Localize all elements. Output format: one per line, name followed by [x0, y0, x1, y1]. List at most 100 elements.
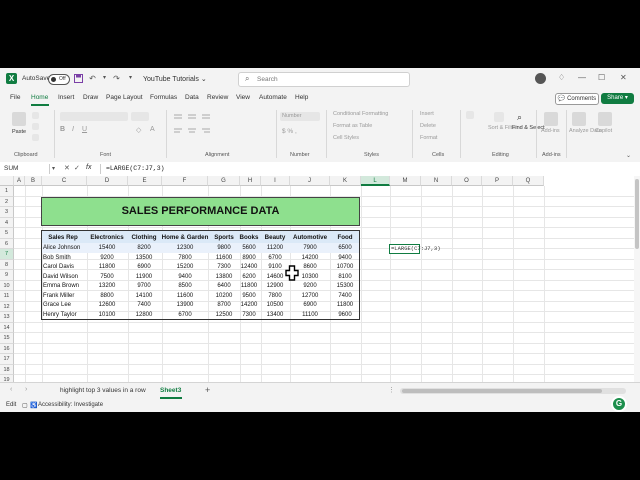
redo-icon[interactable]: ↷ — [112, 74, 121, 83]
select-all-corner[interactable] — [0, 176, 14, 186]
chevron-down-icon[interactable]: ▾ — [52, 165, 55, 172]
fill-color-icon[interactable]: ◇ — [136, 126, 141, 134]
tab-formulas[interactable]: Formulas — [150, 94, 177, 101]
delete-cells-button[interactable]: Delete — [420, 123, 436, 129]
sales-value-cell[interactable]: 11600 — [165, 292, 205, 301]
sales-rep-cell[interactable]: Henry Taylor — [43, 311, 87, 320]
tab-data[interactable]: Data — [185, 94, 199, 101]
sales-value-cell[interactable]: 12900 — [255, 282, 295, 291]
vertical-scroll-thumb[interactable] — [635, 179, 639, 249]
sales-value-cell[interactable]: 14200 — [290, 254, 330, 263]
chevron-down-icon[interactable]: ▾ — [100, 74, 109, 83]
sales-rep-cell[interactable]: David Wilson — [43, 273, 87, 282]
sales-value-cell[interactable]: 11200 — [255, 244, 295, 253]
sales-value-cell[interactable]: 8500 — [165, 282, 205, 291]
italic-icon[interactable]: I — [72, 126, 74, 133]
undo-icon[interactable]: ↶ — [88, 74, 97, 83]
customize-qat-icon[interactable]: ▾ — [126, 74, 135, 83]
save-icon[interactable] — [74, 74, 83, 83]
sales-value-cell[interactable]: 15400 — [87, 244, 127, 253]
name-box[interactable]: SUM — [4, 164, 50, 174]
sales-value-cell[interactable]: 10500 — [255, 301, 295, 310]
cell-styles-button[interactable]: Cell Styles — [333, 135, 359, 141]
autosave-toggle[interactable]: Off — [48, 74, 70, 85]
sales-rep-cell[interactable]: Emma Brown — [43, 282, 87, 291]
sales-value-cell[interactable]: 9400 — [325, 254, 365, 263]
sales-value-cell[interactable]: 6900 — [290, 301, 330, 310]
autosum-icon[interactable] — [466, 111, 474, 119]
column-header[interactable]: O — [452, 176, 482, 186]
row-header[interactable]: 12 — [0, 301, 14, 312]
copilot-icon[interactable]: ♢ — [558, 73, 565, 82]
column-header[interactable]: H — [240, 176, 261, 186]
worksheet-grid[interactable]: A B C D E F G H I J K L M N O P Q 1 2 3 4 5 6 7 8 9 10 11 12 13 14 15 16… — [0, 176, 634, 402]
column-header[interactable]: N — [421, 176, 452, 186]
analyze-data-icon[interactable] — [572, 112, 586, 126]
column-header[interactable]: B — [25, 176, 42, 186]
column-header[interactable]: L — [361, 176, 390, 186]
column-header[interactable]: J — [290, 176, 330, 186]
sales-value-cell[interactable]: 8200 — [124, 244, 164, 253]
format-cells-button[interactable]: Format — [420, 135, 437, 141]
sales-value-cell[interactable]: 6700 — [255, 254, 295, 263]
sales-value-cell[interactable]: 12600 — [87, 301, 127, 310]
sales-value-cell[interactable]: 8800 — [87, 292, 127, 301]
sales-value-cell[interactable]: 10100 — [87, 311, 127, 320]
scroll-left-icon[interactable]: ‹ — [10, 386, 12, 393]
paste-icon[interactable] — [12, 112, 26, 126]
sales-rep-cell[interactable]: Carol Davis — [43, 263, 87, 272]
row-header[interactable]: 16 — [0, 343, 14, 354]
row-header[interactable]: 10 — [0, 280, 14, 291]
sales-value-cell[interactable]: 14100 — [124, 292, 164, 301]
sales-value-cell[interactable]: 12300 — [165, 244, 205, 253]
column-header[interactable]: I — [261, 176, 290, 186]
row-header[interactable]: 7 — [0, 249, 14, 260]
tab-automate[interactable]: Automate — [259, 94, 287, 101]
tab-view[interactable]: View — [236, 94, 250, 101]
sales-rep-cell[interactable]: Alice Johnson — [43, 244, 87, 253]
sales-value-cell[interactable]: 12800 — [124, 311, 164, 320]
sales-value-cell[interactable]: 6500 — [325, 244, 365, 253]
column-header[interactable]: D — [87, 176, 128, 186]
sales-value-cell[interactable]: 12700 — [290, 292, 330, 301]
sales-value-cell[interactable]: 6900 — [124, 263, 164, 272]
close-icon[interactable]: ✕ — [620, 73, 627, 82]
add-sheet-button[interactable]: + — [205, 385, 210, 395]
minimize-icon[interactable]: — — [578, 73, 586, 82]
format-painter-icon[interactable] — [32, 134, 39, 141]
cancel-icon[interactable]: ✕ — [64, 164, 70, 172]
format-as-table-button[interactable]: Format as Table — [333, 123, 372, 129]
row-header[interactable]: 5 — [0, 228, 14, 239]
tab-page-layout[interactable]: Page Layout — [106, 94, 143, 101]
row-header[interactable]: 13 — [0, 312, 14, 323]
sales-value-cell[interactable]: 11800 — [87, 263, 127, 272]
column-header[interactable]: M — [390, 176, 421, 186]
add-ins-button[interactable]: Add-ins — [541, 128, 560, 134]
sales-value-cell[interactable]: 6700 — [165, 311, 205, 320]
comments-button[interactable]: 💬 Comments — [555, 93, 599, 105]
column-header[interactable]: A — [14, 176, 25, 186]
tab-draw[interactable]: Draw — [83, 94, 98, 101]
accounting-format-icon[interactable]: $ % , — [282, 128, 297, 135]
collapse-ribbon-icon[interactable]: ⌄ — [626, 152, 631, 159]
column-header[interactable]: K — [330, 176, 361, 186]
row-header[interactable]: 8 — [0, 259, 14, 270]
accessibility-status[interactable]: Accessibility: Investigate — [38, 402, 103, 408]
formula-input[interactable]: =LARGE(C7:J7,3) — [106, 165, 165, 172]
sales-value-cell[interactable]: 9700 — [124, 282, 164, 291]
sales-rep-cell[interactable]: Frank Miller — [43, 292, 87, 301]
font-size-select[interactable] — [131, 112, 149, 121]
sales-value-cell[interactable]: 11800 — [325, 301, 365, 310]
sales-value-cell[interactable]: 7800 — [165, 254, 205, 263]
copilot-icon[interactable] — [598, 112, 612, 126]
table-header-cell[interactable]: Food — [315, 233, 375, 242]
avatar[interactable] — [535, 73, 546, 84]
column-header[interactable]: E — [128, 176, 162, 186]
row-header[interactable]: 3 — [0, 207, 14, 218]
sales-value-cell[interactable]: 10700 — [325, 263, 365, 272]
insert-cells-button[interactable]: Insert — [420, 111, 434, 117]
sales-value-cell[interactable]: 13200 — [87, 282, 127, 291]
sales-value-cell[interactable]: 13400 — [255, 311, 295, 320]
sales-rep-cell[interactable]: Bob Smith — [43, 254, 87, 263]
row-header[interactable]: 17 — [0, 354, 14, 365]
